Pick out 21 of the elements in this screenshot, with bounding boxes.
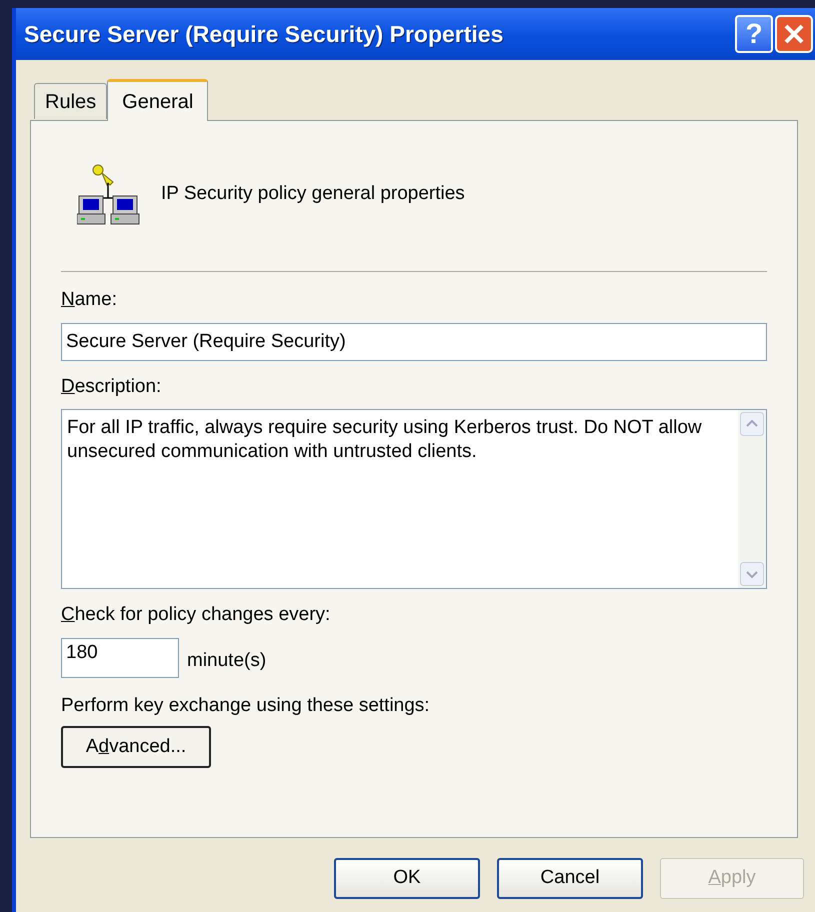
name-field[interactable]: Secure Server (Require Security) bbox=[61, 322, 767, 360]
scroll-down-icon[interactable] bbox=[740, 562, 764, 586]
scroll-up-icon[interactable] bbox=[740, 412, 764, 436]
header-text: IP Security policy general properties bbox=[161, 182, 465, 206]
description-field[interactable]: For all IP traffic, always require security using Kerberos trust. Do NOT allow unsecured communication with untrusted clients. bbox=[61, 409, 767, 589]
description-label: Description: bbox=[61, 374, 162, 398]
scrollbar[interactable] bbox=[738, 410, 766, 588]
name-label: Name: bbox=[61, 288, 117, 312]
key-exchange-label: Perform key exchange using these settings: bbox=[61, 694, 430, 718]
tab[interactable]: General bbox=[107, 79, 208, 121]
networked-computers-icon bbox=[77, 162, 141, 226]
close-icon[interactable] bbox=[775, 15, 813, 53]
advanced-button[interactable]: Advanced... bbox=[61, 726, 211, 768]
tab[interactable]: Rules bbox=[34, 83, 108, 119]
unit-label: minute(s) bbox=[187, 649, 266, 673]
interval-field[interactable]: 180 bbox=[61, 638, 179, 678]
dialog-button[interactable]: OK bbox=[334, 858, 480, 899]
window-title: Secure Server (Require Security) Properties bbox=[24, 20, 504, 49]
dialog-button[interactable]: Cancel bbox=[497, 858, 643, 899]
check-interval-label: Check for policy changes every: bbox=[61, 603, 330, 627]
description-text: For all IP traffic, always require security using Kerberos trust. Do NOT allow unsecured communication with untrusted clients. bbox=[67, 416, 703, 464]
